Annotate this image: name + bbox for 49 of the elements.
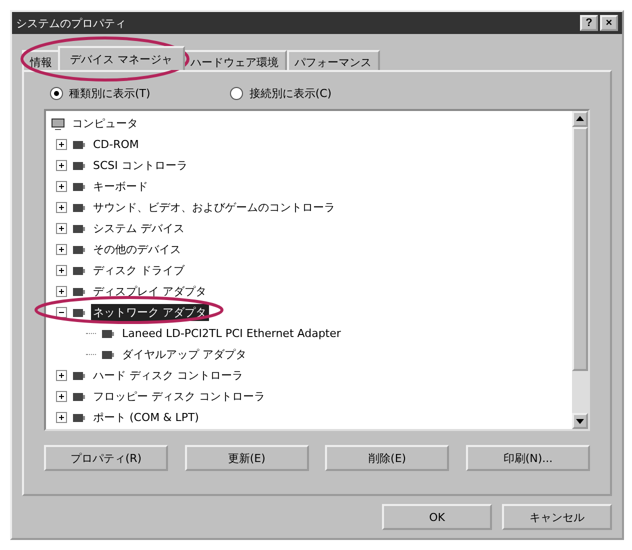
tree-item[interactable]: CD-ROM [91,137,141,152]
radio-label: 種類別に表示(T) [69,86,150,101]
tree-item[interactable]: ネットワーク アダプタ [91,304,208,321]
expand-icon[interactable] [56,181,67,192]
tree-item[interactable]: Laneed LD-PCI2TL PCI Ethernet Adapter [120,326,343,341]
tab[interactable]: デバイス マネージャ [58,46,184,70]
expand-icon[interactable] [56,223,67,234]
close-button[interactable]: × [600,15,618,31]
tree-item[interactable]: ポート (COM & LPT) [91,409,201,426]
expand-icon[interactable] [56,370,67,381]
scroll-bar[interactable] [572,111,588,429]
tree-item[interactable]: サウンド、ビデオ、およびゲームのコントローラ [91,199,337,216]
dialog-button[interactable]: OK [382,504,492,530]
expand-icon[interactable] [56,286,67,297]
expand-icon[interactable] [56,244,67,255]
tree-item[interactable]: その他のデバイス [91,241,183,258]
radio-option[interactable]: 種類別に表示(T) [50,86,150,101]
expand-icon[interactable] [56,391,67,402]
down-arrow-icon[interactable] [576,417,584,425]
tree-item[interactable]: ディスク ドライブ [91,262,186,279]
tree-item[interactable]: システム デバイス [91,220,186,237]
tree-item[interactable]: SCSI コントローラ [91,157,190,174]
tree-item[interactable]: ハード ディスク コントローラ [91,367,245,384]
collapse-icon[interactable] [56,307,67,318]
help-button[interactable]: ? [580,15,598,31]
radio-button[interactable] [50,87,63,100]
radio-button[interactable] [230,87,244,100]
tree-item[interactable]: ダイヤルアップ アダプタ [120,346,248,363]
tab[interactable]: ハードウェア環境 [182,50,286,70]
dialog-button[interactable]: 削除(E) [325,445,450,471]
tab[interactable]: パフォーマンス [286,50,380,70]
tree-item[interactable]: キーボード [91,178,150,195]
up-arrow-icon[interactable] [576,115,584,123]
tree-item[interactable]: コンピュータ [70,115,140,132]
expand-icon[interactable] [56,139,67,150]
window-title: システムのプロパティ [16,16,126,30]
tree-item[interactable]: フロッピー ディスク コントローラ [91,388,267,405]
dialog-button[interactable]: キャンセル [502,504,612,530]
tree-item[interactable]: ディスプレイ アダプタ [91,283,208,300]
expand-icon[interactable] [56,412,67,423]
dialog-button[interactable]: プロパティ(R) [44,445,168,471]
dialog-button[interactable]: 印刷(N)... [466,445,590,471]
expand-icon[interactable] [56,202,67,213]
computer-icon [50,116,66,132]
expand-icon[interactable] [56,160,67,171]
expand-icon[interactable] [56,265,67,276]
dialog-button[interactable]: 更新(E) [184,445,309,471]
radio-option[interactable]: 接続別に表示(C) [230,86,332,101]
radio-label: 接続別に表示(C) [249,86,332,101]
